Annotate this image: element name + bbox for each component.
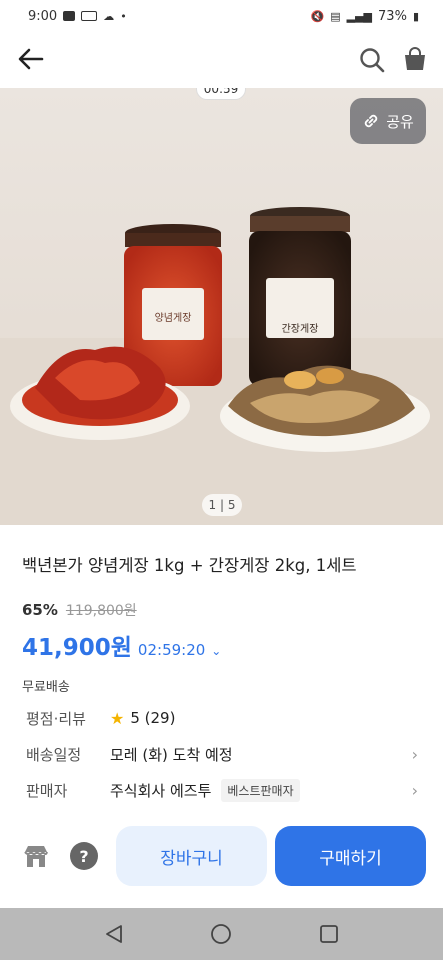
system-nav-bar	[0, 908, 443, 960]
chat-notification-icon: ☁	[103, 9, 115, 23]
sale-price-row: 41,900원 02:59:20 ⌄	[22, 628, 432, 662]
sale-price: 41,900원	[22, 635, 132, 661]
rating-label: 평점·리뷰	[26, 709, 86, 728]
share-label: 공유	[386, 112, 414, 131]
store-icon[interactable]	[22, 842, 50, 870]
product-title: 백년본가 양념게장 1kg + 간장게장 2kg, 1세트	[22, 556, 357, 575]
video-timer-badge: 00:59	[196, 88, 246, 100]
rating-row[interactable]: 평점·리뷰 ★ 5 (29)	[26, 703, 426, 733]
original-price: 119,800원	[65, 603, 137, 619]
buy-now-button[interactable]: 구매하기	[275, 826, 426, 886]
seller-label: 판매자	[26, 781, 68, 800]
delivery-value: 모레 (화) 도착 예정	[110, 745, 233, 764]
chevron-right-icon: ›	[411, 744, 418, 764]
search-button[interactable]	[358, 46, 386, 74]
status-right: 🔇 ▤ ▂▄▆ 73% ▮	[311, 9, 419, 24]
seller-row[interactable]: 판매자 주식회사 에즈투 베스트판매자 ›	[26, 775, 426, 805]
status-left: 9:00 ☁ •	[28, 9, 127, 24]
back-button[interactable]	[16, 46, 46, 72]
status-time: 9:00	[28, 8, 58, 24]
square-recents-icon	[320, 925, 339, 943]
nav-home-button[interactable]	[209, 922, 233, 946]
add-to-cart-button[interactable]: 장바구니	[116, 826, 267, 886]
chevron-right-icon: ›	[411, 780, 418, 800]
rating-value-wrap: ★ 5 (29)	[110, 709, 175, 728]
chevron-down-icon[interactable]: ⌄	[211, 644, 221, 658]
shipping-info: 무료배송	[22, 680, 70, 695]
seller-name: 주식회사 에즈투	[110, 781, 212, 800]
nav-back-button[interactable]	[102, 922, 126, 946]
help-icon[interactable]: ?	[70, 842, 98, 870]
battery-level: 73%	[378, 8, 407, 24]
nav-recents-button[interactable]	[317, 922, 341, 946]
page-indicator: 1 | 5	[202, 494, 242, 516]
link-icon	[365, 114, 378, 128]
mute-icon: 🔇	[310, 9, 325, 23]
triangle-back-icon	[105, 925, 122, 943]
product-photo: 양념게장 간장게장	[0, 88, 443, 525]
product-image-carousel[interactable]: 양념게장 간장게장 00:59 공유 1 | 5	[0, 88, 443, 525]
star-icon: ★	[110, 708, 125, 728]
jar-left-label: 양념게장	[155, 312, 192, 324]
delivery-label: 배송일정	[26, 745, 82, 764]
shopping-bag-icon	[405, 47, 425, 70]
signal-icon: ▂▄▆	[346, 9, 373, 23]
discount-rate: 65%	[22, 601, 58, 619]
lte-icon: ▤	[330, 9, 341, 23]
more-notifications-icon: •	[120, 9, 127, 23]
rating-value: 5 (29)	[130, 709, 176, 727]
price-discount-row: 65% 119,800원	[22, 600, 432, 620]
seller-badge: 베스트판매자	[221, 778, 300, 802]
bottom-action-bar: ? 장바구니 구매하기	[0, 818, 443, 894]
status-bar: 9:00 ☁ • 🔇 ▤ ▂▄▆ 73% ▮	[0, 0, 443, 32]
circle-home-icon	[211, 924, 232, 944]
search-icon	[360, 48, 385, 73]
battery-icon: ▮	[412, 9, 419, 23]
naver-notification-icon	[63, 11, 76, 21]
product-info: 백년본가 양념게장 1kg + 간장게장 2kg, 1세트 65% 119,80…	[22, 552, 432, 695]
arrow-left-icon	[18, 48, 44, 70]
cart-button[interactable]	[401, 45, 429, 73]
delivery-row[interactable]: 배송일정 모레 (화) 도착 예정 ›	[26, 739, 426, 769]
seller-value-wrap: 주식회사 에즈투 베스트판매자	[110, 778, 300, 802]
app-bar	[0, 36, 443, 84]
jar-right-label: 간장게장	[282, 323, 319, 335]
share-button[interactable]: 공유	[350, 98, 426, 144]
deal-countdown[interactable]: 02:59:20	[138, 641, 205, 659]
message-notification-icon	[81, 11, 98, 21]
